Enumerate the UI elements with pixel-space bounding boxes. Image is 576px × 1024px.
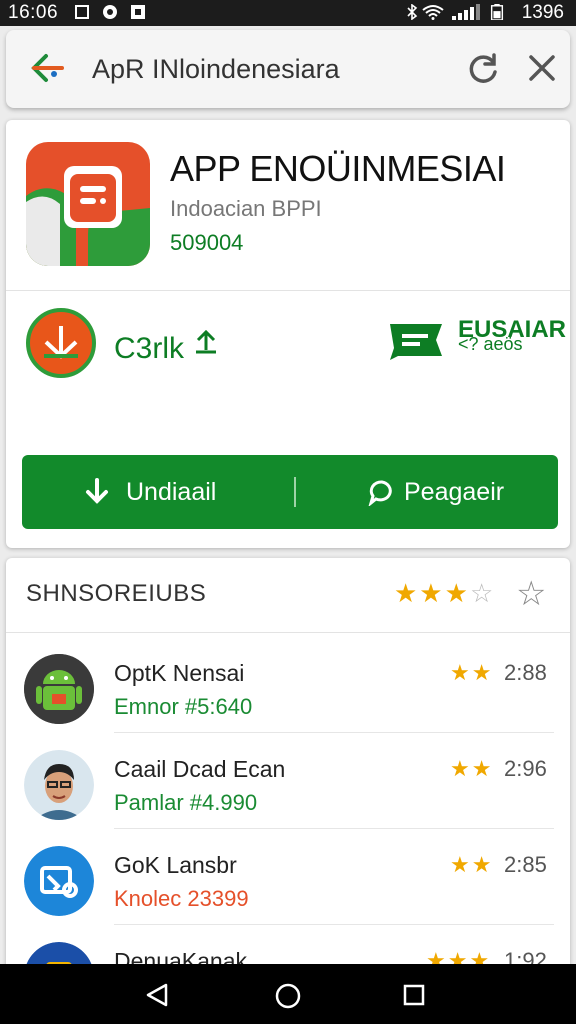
refresh-icon[interactable] <box>466 52 500 86</box>
divider <box>114 924 554 925</box>
review-subtext: Emnor #5:640 <box>114 694 253 719</box>
review-score: 2:85 <box>504 852 547 877</box>
app-title: APP ENOÜINMESIAI <box>170 148 506 189</box>
status-time: 16:06 <box>8 2 59 23</box>
promo-chat-icon <box>390 324 442 360</box>
person-avatar <box>24 750 94 820</box>
navigation-bar <box>0 964 576 1024</box>
review-subtext: Knolec 23399 <box>114 886 249 911</box>
search-bar: ApR INloindenesiara <box>6 30 570 108</box>
review-item[interactable]: Caail Dcad Ecan Pamlar #4.990 ★★ 2:96 <box>6 734 570 830</box>
close-icon[interactable] <box>526 52 558 84</box>
tag-avatar <box>24 846 94 916</box>
wifi-icon <box>422 5 444 20</box>
review-item[interactable]: OptK Nensai Emnor #5:640 ★★ 2:88 <box>6 638 570 734</box>
back-nav-icon[interactable] <box>144 982 170 1008</box>
divider <box>6 632 570 633</box>
action-separator <box>294 477 296 507</box>
review-stars: ★★ <box>450 852 494 877</box>
reviews-card: SHNSOREIUBS ★★★☆ ☆ OptK Nensai Emnor #5:… <box>6 558 570 978</box>
battery-icon <box>490 4 504 20</box>
status-bar: 16:06 1396 <box>0 0 576 26</box>
review-name: Caail Dcad Ecan <box>114 756 286 782</box>
check-label[interactable]: C3rlk <box>114 332 184 366</box>
divider <box>6 290 570 291</box>
notification-box-icon <box>131 5 145 19</box>
divider <box>114 732 554 733</box>
app-downloads: 509004 <box>170 230 244 255</box>
install-button[interactable]: Undiaail <box>82 455 292 529</box>
app-icon[interactable] <box>26 142 150 266</box>
review-item[interactable]: GoK Lansbr Knolec 23399 ★★ 2:85 <box>6 830 570 926</box>
download-icon <box>86 478 108 504</box>
reviews-title: SHNSOREIUBS <box>26 580 207 607</box>
home-nav-icon[interactable] <box>274 982 302 1010</box>
install-label: Undiaail <box>126 477 217 506</box>
signal-icon <box>452 4 480 20</box>
share-label: Peagaeir <box>404 477 505 506</box>
download-badge-icon <box>26 308 96 378</box>
back-arrow-icon[interactable] <box>28 50 68 86</box>
overall-rating-stars: ★★★☆ <box>394 578 496 608</box>
promo-line2: <? aeös <box>458 334 523 354</box>
review-score: 2:88 <box>504 660 547 685</box>
action-bar: Undiaail Peagaeir <box>22 455 558 529</box>
recents-nav-icon[interactable] <box>402 983 426 1007</box>
chat-bubble-icon <box>368 480 392 506</box>
review-score: 2:96 <box>504 756 547 781</box>
bluetooth-icon <box>407 4 418 20</box>
share-button[interactable]: Peagaeir <box>368 455 558 529</box>
review-stars: ★★ <box>450 660 494 685</box>
review-name: GoK Lansbr <box>114 852 237 878</box>
upload-icon <box>196 329 216 354</box>
battery-text: 1396 <box>521 2 564 23</box>
divider <box>114 828 554 829</box>
review-subtext: Pamlar #4.990 <box>114 790 258 815</box>
review-stars: ★★ <box>450 756 494 781</box>
star-rate-icon[interactable]: ☆ <box>516 574 546 614</box>
app-developer[interactable]: Indoacian BPPI <box>170 196 322 222</box>
search-query[interactable]: ApR INloindenesiara <box>92 54 340 85</box>
android-avatar <box>24 654 94 724</box>
notification-dot-icon <box>103 5 117 19</box>
notification-square-icon <box>75 5 89 19</box>
app-card: APP ENOÜINMESIAI Indoacian BPPI 509004 C… <box>6 120 570 548</box>
review-name: OptK Nensai <box>114 660 245 686</box>
